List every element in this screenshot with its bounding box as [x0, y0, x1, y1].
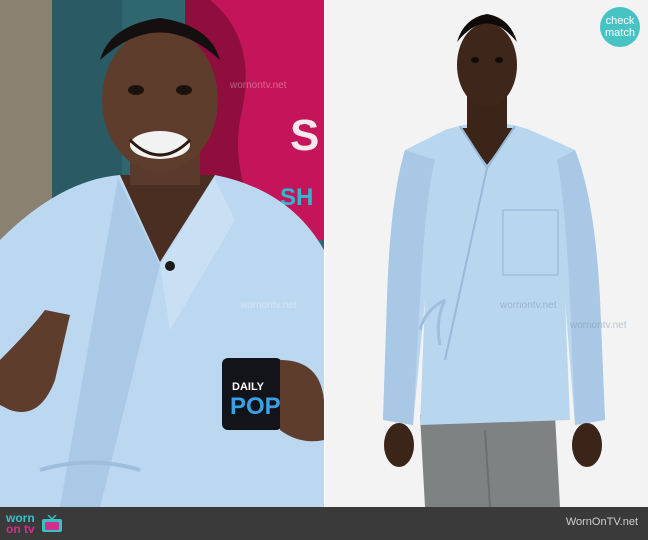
- product-photo-illustration: [325, 0, 648, 507]
- footer-bar: [0, 507, 648, 540]
- svg-text:S: S: [290, 111, 319, 160]
- mug-label-daily: DAILY: [232, 381, 265, 393]
- product-photo: wornontv.net wornontv.net: [325, 0, 648, 507]
- check-match-badge[interactable]: check match: [600, 7, 640, 47]
- watermark-text: wornontv.net: [240, 300, 297, 311]
- host-photo-illustration: S SH DAILY POP: [0, 0, 324, 507]
- watermark-text: wornontv.net: [500, 300, 557, 311]
- site-name[interactable]: WornOnTV.net: [566, 516, 638, 528]
- badge-line-1: check: [605, 15, 635, 27]
- worn-on-tv-logo[interactable]: worn on tv: [6, 511, 63, 537]
- tv-icon: [41, 515, 62, 532]
- badge-line-2: match: [605, 27, 635, 39]
- watermark-text: wornontv.net: [570, 320, 627, 331]
- watermark-text: wornontv.net: [230, 80, 287, 91]
- mug-label-pop: POP: [230, 393, 281, 420]
- host-photo: S SH DAILY POP wornontv.net wornontv.net: [0, 0, 324, 507]
- logo-text-on-tv: on tv: [6, 522, 35, 536]
